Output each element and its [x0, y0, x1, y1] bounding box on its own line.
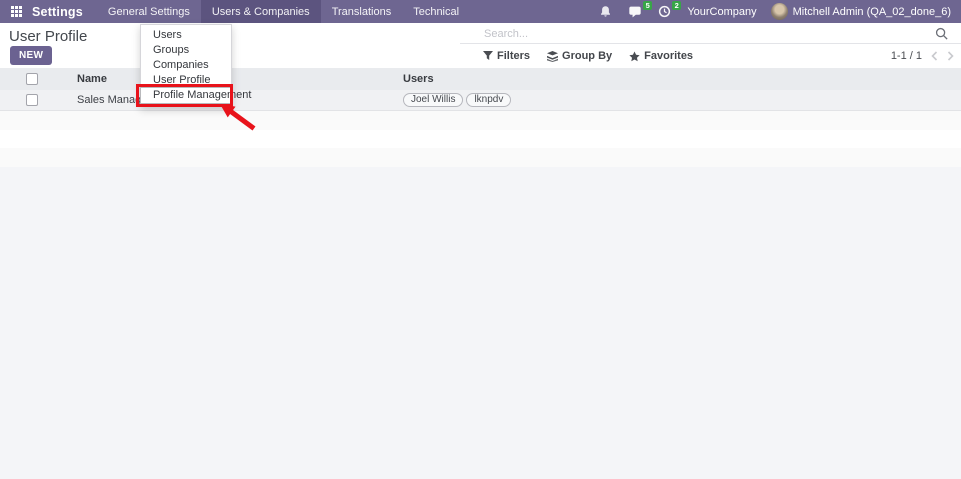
chat-bubble-icon: [628, 5, 642, 18]
select-all-checkbox[interactable]: [26, 73, 38, 85]
header-checkbox-cell: [0, 73, 77, 85]
pager-range: 1-1 / 1: [891, 50, 922, 62]
dropdown-item-users[interactable]: Users: [141, 28, 231, 43]
menu-translations[interactable]: Translations: [321, 0, 403, 23]
grid-icon: [11, 6, 22, 17]
filter-funnel-icon: [483, 51, 493, 61]
menu-technical[interactable]: Technical: [402, 0, 470, 23]
pager: 1-1 / 1: [891, 50, 954, 62]
top-navbar: Settings General Settings Users & Compan…: [0, 0, 961, 23]
dropdown-item-profile-management[interactable]: Profile Management: [141, 88, 231, 103]
dropdown-item-user-profile[interactable]: User Profile: [141, 73, 231, 88]
favorites-label: Favorites: [644, 50, 693, 62]
user-menu[interactable]: Mitchell Admin (QA_02_done_6): [793, 6, 955, 18]
company-switcher[interactable]: YourCompany: [679, 6, 764, 18]
pager-previous-button[interactable]: [931, 51, 938, 61]
user-tag: lknpdv: [466, 93, 511, 107]
activities-count-badge: 2: [672, 1, 681, 10]
empty-row-stripe: [0, 130, 961, 148]
menu-general-settings[interactable]: General Settings: [97, 0, 201, 23]
group-by-button[interactable]: Group By: [547, 50, 612, 62]
menu-users-companies[interactable]: Users & Companies: [201, 0, 321, 23]
column-header-name[interactable]: Name: [77, 73, 403, 85]
filters-button[interactable]: Filters: [483, 50, 530, 62]
user-avatar[interactable]: [771, 3, 788, 20]
users-companies-dropdown: Users Groups Companies User Profile Prof…: [140, 24, 232, 107]
app-name[interactable]: Settings: [32, 0, 97, 23]
star-icon: [629, 51, 640, 62]
messages-button[interactable]: 5: [620, 0, 650, 23]
row-users-cell: Joel Willis lknpdv: [403, 93, 961, 107]
row-checkbox-cell: [0, 94, 77, 106]
odoo-settings-page: Settings General Settings Users & Compan…: [0, 0, 961, 479]
dropdown-item-groups[interactable]: Groups: [141, 43, 231, 58]
page-title: User Profile: [9, 28, 87, 45]
chevron-left-icon: [931, 51, 938, 61]
favorites-button[interactable]: Favorites: [629, 50, 693, 62]
dropdown-item-companies[interactable]: Companies: [141, 58, 231, 73]
search-bar: [460, 24, 961, 44]
user-tag: Joel Willis: [403, 93, 463, 107]
pager-next-button[interactable]: [947, 51, 954, 61]
empty-row-stripe: [0, 148, 961, 167]
group-by-label: Group By: [562, 50, 612, 62]
search-options: Filters Group By: [483, 50, 693, 62]
filters-label: Filters: [497, 50, 530, 62]
row-checkbox[interactable]: [26, 94, 38, 106]
systray: 5 2 YourCompany Mitchell Admin (QA_02_do…: [591, 0, 961, 23]
search-icon[interactable]: [935, 27, 949, 41]
chevron-right-icon: [947, 51, 954, 61]
column-header-users[interactable]: Users: [403, 73, 961, 85]
search-input[interactable]: [460, 28, 935, 40]
group-by-icon: [547, 51, 558, 62]
new-button[interactable]: NEW: [10, 46, 52, 65]
bell-icon: [599, 5, 612, 18]
clock-icon: [658, 5, 671, 18]
empty-row-stripe: [0, 111, 961, 130]
apps-menu-button[interactable]: [0, 0, 32, 23]
notifications-button[interactable]: [591, 0, 620, 23]
activities-button[interactable]: 2: [650, 0, 679, 23]
